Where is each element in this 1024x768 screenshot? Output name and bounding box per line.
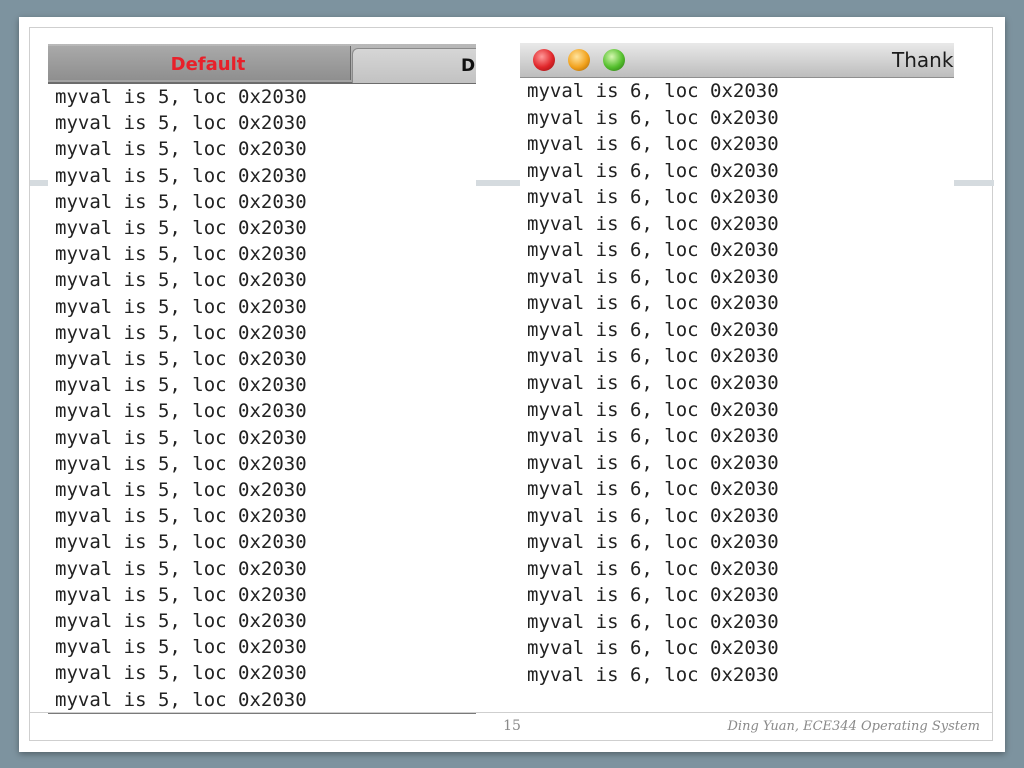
tab-second-label: D bbox=[461, 56, 476, 76]
terminal-line: myval is 5, loc 0x2030 bbox=[55, 348, 307, 371]
terminal-tab-bar: Default D bbox=[48, 44, 476, 84]
window-title: Thank bbox=[892, 48, 954, 72]
terminal-line: myval is 5, loc 0x2030 bbox=[55, 400, 307, 423]
terminal-line: myval is 6, loc 0x2030 bbox=[527, 159, 779, 182]
terminal-line: myval is 6, loc 0x2030 bbox=[527, 80, 779, 102]
terminal-line: myval is 5, loc 0x2030 bbox=[55, 374, 307, 397]
page-number: 15 bbox=[503, 718, 521, 734]
tab-default[interactable]: Default bbox=[48, 46, 351, 80]
tab-second[interactable]: D bbox=[352, 48, 476, 83]
terminal-line: myval is 6, loc 0x2030 bbox=[527, 398, 779, 421]
terminal-line: myval is 6, loc 0x2030 bbox=[527, 239, 779, 262]
terminal-line: myval is 6, loc 0x2030 bbox=[527, 610, 779, 633]
terminal-line: myval is 5, loc 0x2030 bbox=[55, 505, 307, 528]
terminal-line: myval is 5, loc 0x2030 bbox=[55, 86, 307, 108]
terminal-line: myval is 6, loc 0x2030 bbox=[527, 451, 779, 474]
terminal-line: myval is 5, loc 0x2030 bbox=[55, 190, 307, 213]
decorative-bar bbox=[30, 180, 48, 186]
terminal-line: myval is 5, loc 0x2030 bbox=[55, 112, 307, 135]
close-button-icon[interactable] bbox=[533, 49, 555, 71]
terminal-line: myval is 6, loc 0x2030 bbox=[527, 212, 779, 235]
terminal-line: myval is 5, loc 0x2030 bbox=[55, 426, 307, 449]
terminal-line: myval is 6, loc 0x2030 bbox=[527, 425, 779, 448]
terminal-line: myval is 5, loc 0x2030 bbox=[55, 583, 307, 606]
footer-divider bbox=[30, 712, 992, 713]
terminal-line: myval is 5, loc 0x2030 bbox=[55, 138, 307, 161]
right-terminal-output: myval is 6, loc 0x2030 myval is 6, loc 0x… bbox=[527, 78, 779, 693]
terminal-line: myval is 6, loc 0x2030 bbox=[527, 292, 779, 315]
footer-credit: Ding Yuan, ECE344 Operating System bbox=[727, 719, 980, 734]
terminal-line: myval is 5, loc 0x2030 bbox=[55, 164, 307, 187]
left-terminal-window: Default D myval is 5, loc 0x2030 myval is… bbox=[48, 44, 476, 714]
terminal-line: myval is 6, loc 0x2030 bbox=[527, 133, 779, 156]
window-titlebar: Thank bbox=[520, 43, 954, 78]
terminal-line: myval is 6, loc 0x2030 bbox=[527, 186, 779, 209]
terminal-line: myval is 6, loc 0x2030 bbox=[527, 372, 779, 395]
terminal-line: myval is 5, loc 0x2030 bbox=[55, 321, 307, 344]
terminal-line: myval is 5, loc 0x2030 bbox=[55, 688, 307, 711]
terminal-line: myval is 5, loc 0x2030 bbox=[55, 243, 307, 266]
terminal-line: myval is 5, loc 0x2030 bbox=[55, 217, 307, 240]
terminal-line: myval is 5, loc 0x2030 bbox=[55, 557, 307, 580]
left-terminal-output: myval is 5, loc 0x2030 myval is 5, loc 0x… bbox=[55, 84, 307, 712]
terminal-line: myval is 6, loc 0x2030 bbox=[527, 557, 779, 580]
terminal-line: myval is 5, loc 0x2030 bbox=[55, 531, 307, 554]
terminal-line: myval is 5, loc 0x2030 bbox=[55, 662, 307, 685]
terminal-line: myval is 6, loc 0x2030 bbox=[527, 504, 779, 527]
terminal-line: myval is 5, loc 0x2030 bbox=[55, 269, 307, 292]
terminal-line: myval is 6, loc 0x2030 bbox=[527, 689, 779, 693]
terminal-line: myval is 5, loc 0x2030 bbox=[55, 295, 307, 318]
minimize-button-icon[interactable] bbox=[568, 49, 590, 71]
tab-default-label: Default bbox=[170, 54, 246, 75]
terminal-line: myval is 5, loc 0x2030 bbox=[55, 452, 307, 475]
decorative-bar bbox=[954, 180, 994, 186]
terminal-line: myval is 6, loc 0x2030 bbox=[527, 345, 779, 368]
terminal-line: myval is 6, loc 0x2030 bbox=[527, 318, 779, 341]
decorative-bar bbox=[476, 180, 520, 186]
terminal-line: myval is 6, loc 0x2030 bbox=[527, 531, 779, 554]
terminal-line: myval is 5, loc 0x2030 bbox=[55, 636, 307, 659]
terminal-line: myval is 6, loc 0x2030 bbox=[527, 478, 779, 501]
terminal-line: myval is 6, loc 0x2030 bbox=[527, 106, 779, 129]
terminal-line: myval is 6, loc 0x2030 bbox=[527, 637, 779, 660]
right-terminal-window: Thank myval is 6, loc 0x2030 myval is 6, … bbox=[520, 43, 954, 693]
terminal-line: myval is 5, loc 0x2030 bbox=[55, 479, 307, 502]
terminal-line: myval is 6, loc 0x2030 bbox=[527, 584, 779, 607]
zoom-button-icon[interactable] bbox=[603, 49, 625, 71]
terminal-line: myval is 6, loc 0x2030 bbox=[527, 265, 779, 288]
terminal-line: myval is 5, loc 0x2030 bbox=[55, 610, 307, 633]
terminal-line: myval is 6, loc 0x2030 bbox=[527, 664, 779, 687]
